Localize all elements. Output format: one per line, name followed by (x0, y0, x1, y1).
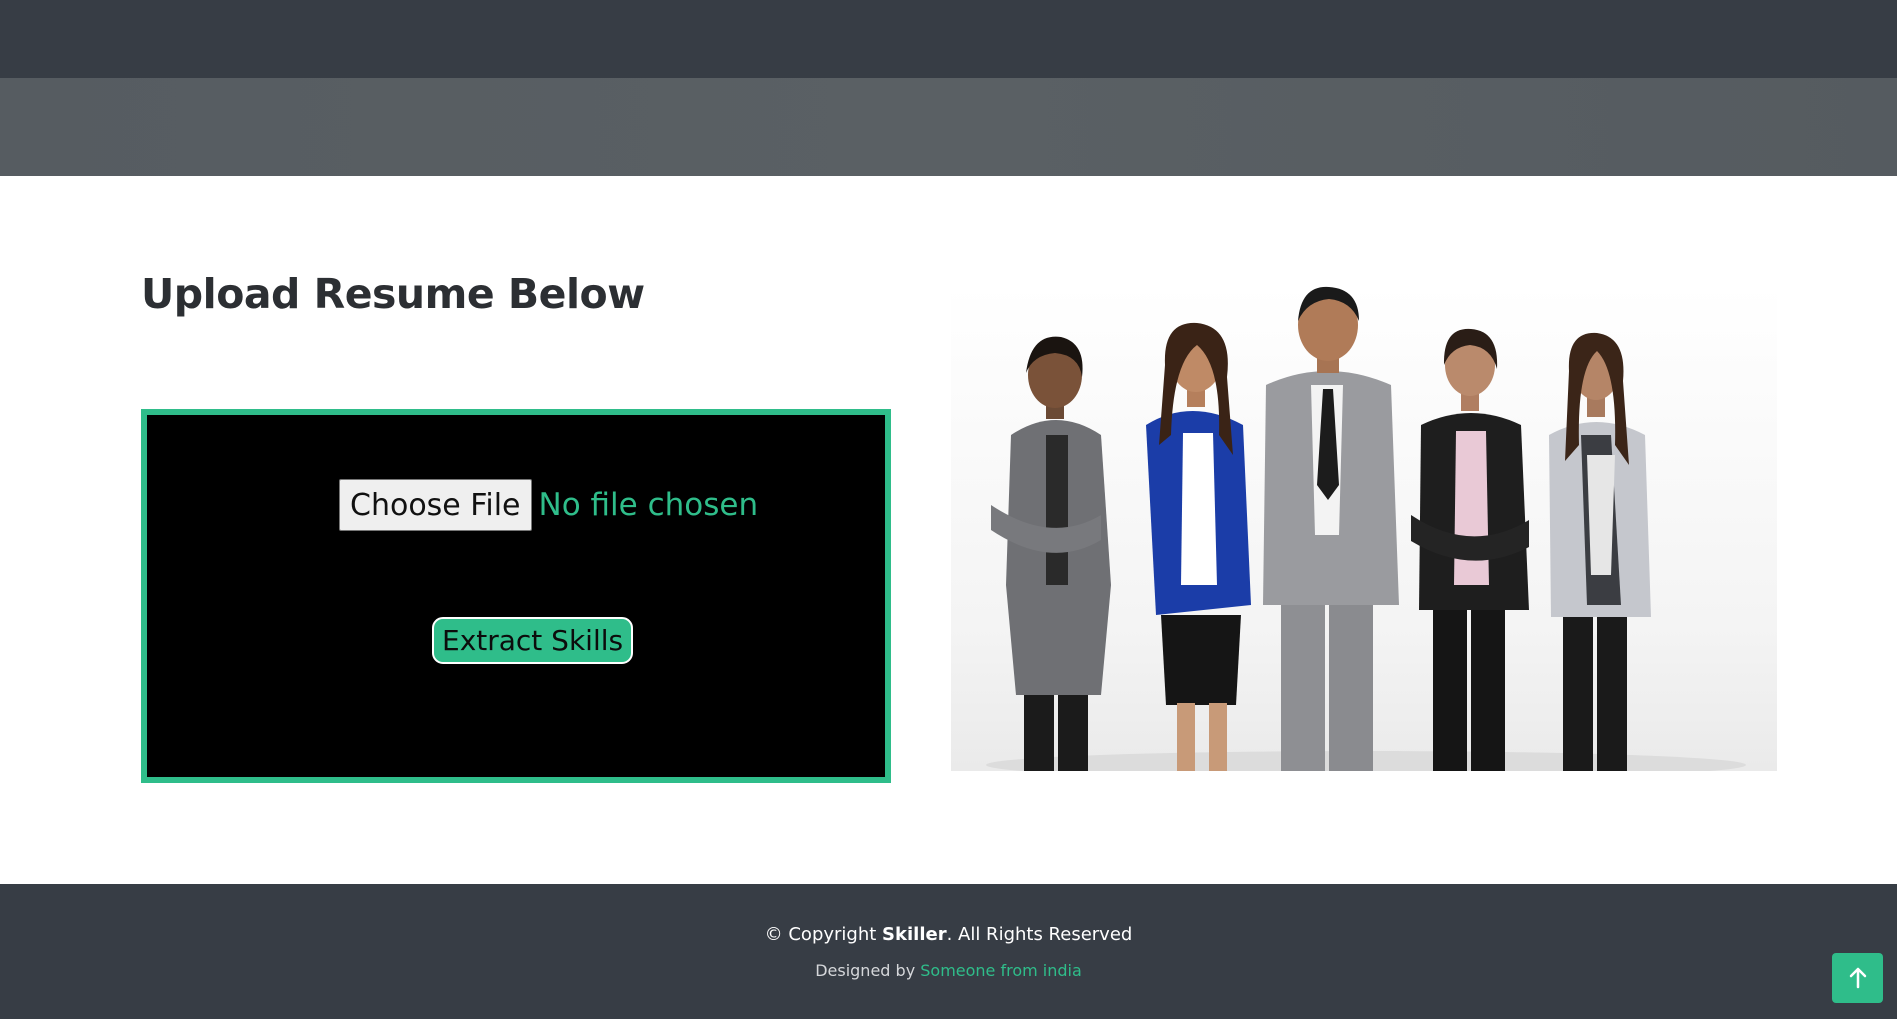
person-4 (1411, 328, 1529, 771)
person-3 (1263, 286, 1399, 771)
brand-name: Skiller (882, 924, 947, 945)
page-title: Upload Resume Below (141, 270, 645, 318)
team-photo-illustration (986, 286, 1746, 771)
page-banner (0, 78, 1897, 176)
copyright-text: © Copyright Skiller. All Rights Reserved (0, 924, 1897, 945)
footer: © Copyright Skiller. All Rights Reserved… (0, 884, 1897, 1019)
arrow-up-icon (1849, 967, 1866, 989)
designed-by-text: Designed by Someone from india (0, 961, 1897, 980)
designer-link[interactable]: Someone from india (920, 961, 1082, 980)
person-1 (991, 336, 1111, 771)
choose-file-button[interactable]: Choose File (339, 479, 532, 531)
copyright-prefix: © Copyright (764, 924, 883, 945)
extract-skills-button[interactable]: Extract Skills (432, 617, 634, 664)
person-5 (1549, 332, 1651, 771)
upload-form: Choose File No file chosen Extract Skill… (141, 409, 891, 783)
designed-prefix: Designed by (815, 961, 921, 980)
team-photo (951, 285, 1777, 771)
copyright-suffix: . All Rights Reserved (946, 924, 1133, 945)
person-2 (1146, 322, 1251, 771)
top-navbar (0, 0, 1897, 78)
file-status-text: No file chosen (538, 487, 759, 523)
back-to-top-button[interactable] (1832, 953, 1883, 1003)
file-input[interactable]: Choose File No file chosen (339, 479, 758, 531)
